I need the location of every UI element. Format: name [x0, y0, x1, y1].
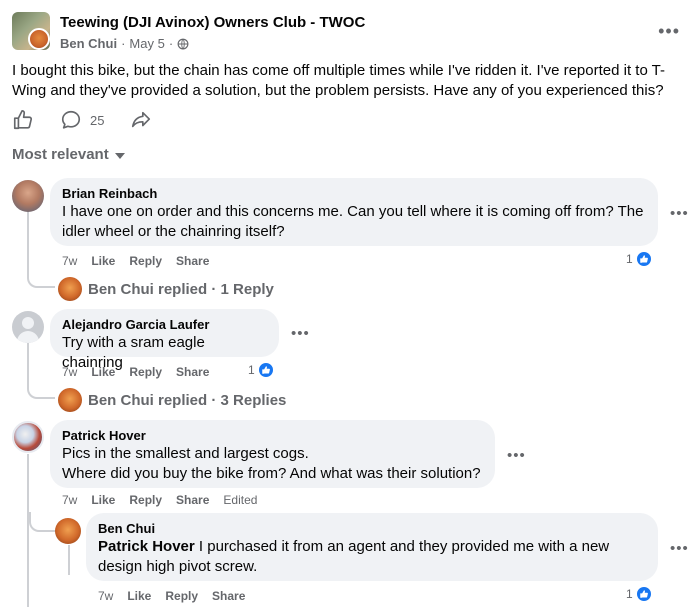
comment-author[interactable]: Alejandro Garcia Laufer [62, 317, 267, 333]
share-link[interactable]: Share [176, 493, 209, 507]
more-icon[interactable]: ••• [291, 326, 310, 341]
more-icon[interactable]: ••• [670, 541, 689, 556]
comment-time[interactable]: 7w [62, 493, 77, 507]
thread-connector [27, 266, 55, 288]
view-replies-link[interactable]: Ben Chui replied · 1 Reply [58, 277, 274, 301]
comment-text-line: Pics in the smallest and largest cogs. [62, 445, 309, 462]
avatar[interactable] [12, 421, 44, 453]
comment-button[interactable]: 25 [60, 109, 104, 131]
avatar[interactable] [55, 518, 81, 544]
comment-actions: 7w Like Reply Share [62, 365, 223, 379]
reaction-number: 1 [626, 587, 633, 601]
share-link[interactable]: Share [176, 365, 209, 379]
group-avatar[interactable] [12, 12, 50, 50]
replies-label: Ben Chui replied · 3 Replies [88, 391, 287, 409]
reaction-count[interactable]: 1 [248, 361, 275, 379]
post-body: I bought this bike, but the chain has co… [12, 62, 666, 99]
like-icon [13, 110, 33, 130]
comment-bubble: Patrick Hover Pics in the smallest and l… [50, 420, 495, 488]
thread-line [27, 454, 29, 607]
like-badge-icon [634, 585, 653, 603]
edited-label[interactable]: Edited [223, 493, 257, 507]
comment-author[interactable]: Patrick Hover [62, 428, 483, 444]
thread-line [68, 545, 70, 575]
comment-text: I have one on order and this concerns me… [62, 203, 644, 240]
reply-bubble: Ben Chui Patrick Hover I purchased it fr… [86, 513, 658, 581]
thread-connector [29, 512, 55, 532]
avatar [58, 277, 82, 301]
comment-time[interactable]: 7w [62, 254, 77, 268]
comment-icon [61, 110, 81, 129]
post-author[interactable]: Ben Chui [60, 36, 117, 51]
post-meta: Ben Chui · May 5 · [60, 36, 189, 51]
like-link[interactable]: Like [91, 254, 115, 268]
share-icon [132, 111, 151, 128]
reaction-count[interactable]: 1 [626, 250, 653, 268]
thread-connector [27, 377, 55, 399]
avatar[interactable] [12, 180, 44, 212]
reply-link[interactable]: Reply [129, 254, 162, 268]
replies-label: Ben Chui replied · 1 Reply [88, 280, 274, 298]
like-link[interactable]: Like [91, 365, 115, 379]
like-link[interactable]: Like [91, 493, 115, 507]
reaction-number: 1 [626, 252, 633, 266]
post-action-row: 25 [12, 106, 152, 134]
more-icon[interactable]: ••• [658, 22, 680, 40]
comment-time[interactable]: 7w [62, 365, 77, 379]
like-badge-icon [256, 361, 275, 379]
share-link[interactable]: Share [176, 254, 209, 268]
globe-icon [177, 38, 189, 49]
like-button[interactable] [12, 109, 34, 131]
like-badge-icon [634, 250, 653, 268]
comment-actions: 7w Like Reply Share [62, 254, 223, 268]
meta-separator: · [121, 36, 126, 51]
group-name[interactable]: Teewing (DJI Avinox) Owners Club - TWOC [60, 14, 365, 31]
comment-author[interactable]: Brian Reinbach [62, 186, 646, 202]
comment-bubble: Alejandro Garcia Laufer Try with a sram … [50, 309, 279, 371]
more-icon[interactable]: ••• [507, 448, 526, 463]
reply-actions: 7w Like Reply Share [98, 589, 259, 603]
reply-link[interactable]: Reply [129, 365, 162, 379]
share-link[interactable]: Share [212, 589, 245, 603]
reaction-count[interactable]: 1 [626, 585, 653, 603]
post-date[interactable]: May 5 [129, 36, 164, 51]
view-replies-link[interactable]: Ben Chui replied · 3 Replies [58, 388, 286, 412]
reply-link[interactable]: Reply [129, 493, 162, 507]
reply-link[interactable]: Reply [165, 589, 198, 603]
reaction-number: 1 [248, 363, 255, 377]
sort-label: Most relevant [12, 146, 109, 163]
author-mini-avatar [28, 28, 50, 50]
sort-dropdown[interactable]: Most relevant [12, 146, 125, 163]
comment-count: 25 [90, 112, 105, 128]
comment-bubble: Brian Reinbach I have one on order and t… [50, 178, 658, 246]
like-link[interactable]: Like [127, 589, 151, 603]
mention-tag[interactable]: Patrick Hover [98, 538, 195, 555]
reply-author[interactable]: Ben Chui [98, 521, 646, 537]
avatar [58, 388, 82, 412]
meta-separator: · [168, 36, 174, 51]
thread-line [27, 212, 29, 274]
reply-text: Patrick Hover I purchased it from an age… [98, 537, 646, 577]
share-button[interactable] [130, 109, 152, 131]
caret-down-icon [114, 153, 125, 159]
more-icon[interactable]: ••• [670, 206, 689, 221]
post-header: Teewing (DJI Avinox) Owners Club - TWOC … [12, 12, 688, 52]
reply-time[interactable]: 7w [98, 589, 113, 603]
comment-text-line: Where did you buy the bike from? And wha… [62, 465, 481, 482]
comment-actions: 7w Like Reply Share Edited [62, 493, 257, 507]
avatar[interactable] [12, 311, 44, 343]
